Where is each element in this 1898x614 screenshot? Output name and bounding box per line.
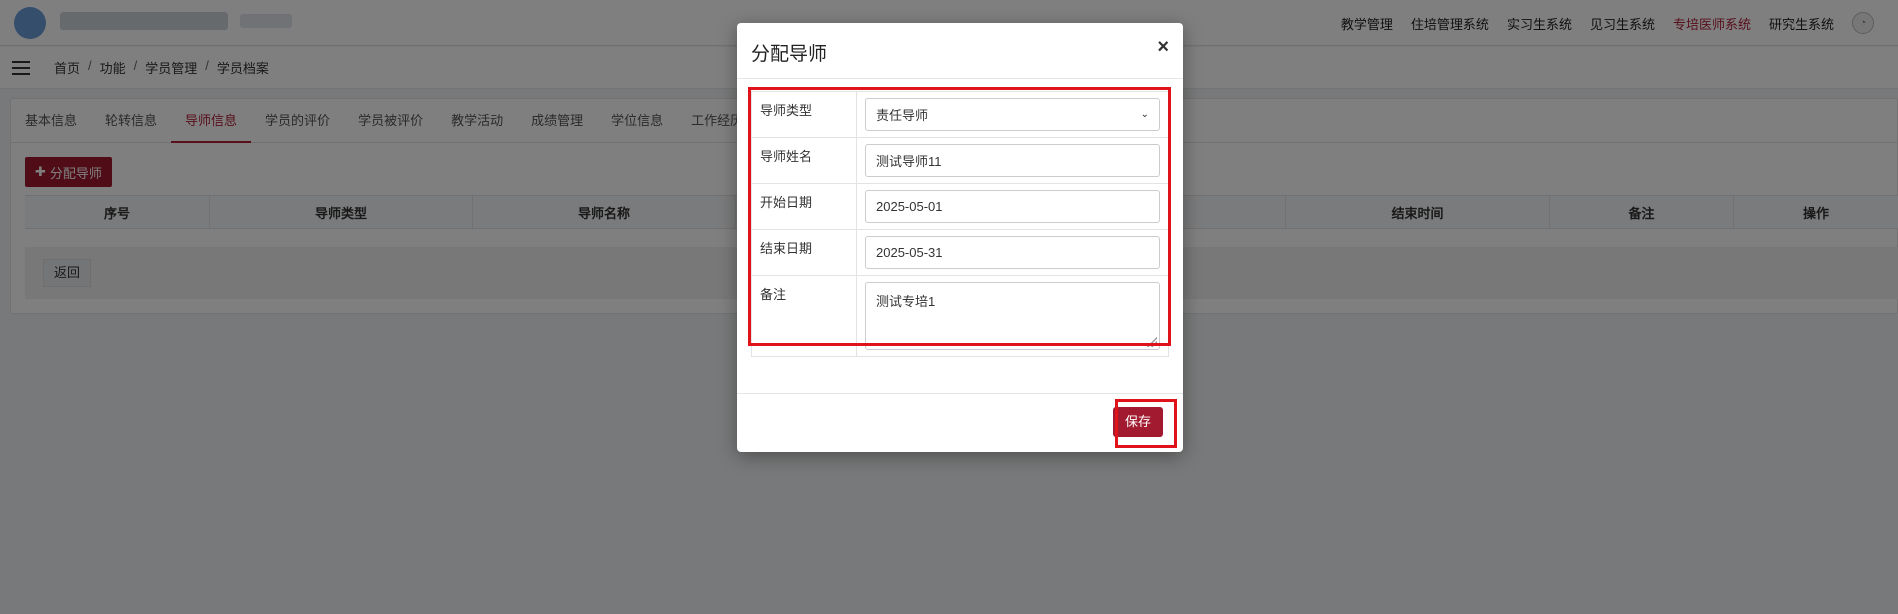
mentor-form: 导师类型 责任导师 ⌄ 导师姓名 测试导师11 开始日期 2025-05-01 … xyxy=(751,91,1169,357)
mentor-type-label: 导师类型 xyxy=(752,92,857,137)
form-row-start: 开始日期 2025-05-01 xyxy=(752,184,1168,230)
mentor-name-input[interactable]: 测试导师11 xyxy=(865,144,1160,177)
assign-mentor-dialog: 分配导师 × 导师类型 责任导师 ⌄ 导师姓名 测试导师11 开始日期 2025… xyxy=(737,23,1183,452)
save-button[interactable]: 保存 xyxy=(1112,407,1163,437)
mentor-type-value: 责任导师 xyxy=(876,108,929,123)
end-date-input[interactable]: 2025-05-31 xyxy=(865,236,1160,269)
note-label: 备注 xyxy=(752,276,857,356)
dialog-footer: 保存 xyxy=(737,393,1183,452)
resize-handle-icon[interactable] xyxy=(1147,337,1157,347)
close-icon[interactable]: × xyxy=(1157,35,1169,59)
form-row-note: 备注 测试专培1 xyxy=(752,276,1168,356)
start-date-label: 开始日期 xyxy=(752,184,857,229)
mentor-type-select[interactable]: 责任导师 ⌄ xyxy=(865,98,1160,131)
start-date-input[interactable]: 2025-05-01 xyxy=(865,190,1160,223)
form-row-type: 导师类型 责任导师 ⌄ xyxy=(752,92,1168,138)
form-row-name: 导师姓名 测试导师11 xyxy=(752,138,1168,184)
note-value: 测试专培1 xyxy=(876,294,936,309)
form-row-end: 结束日期 2025-05-31 xyxy=(752,230,1168,276)
chevron-down-icon: ⌄ xyxy=(1140,109,1149,120)
dialog-header: 分配导师 × xyxy=(737,23,1183,79)
mentor-name-label: 导师姓名 xyxy=(752,138,857,183)
dialog-title: 分配导师 xyxy=(751,44,828,65)
note-textarea[interactable]: 测试专培1 xyxy=(865,282,1160,350)
end-date-label: 结束日期 xyxy=(752,230,857,275)
